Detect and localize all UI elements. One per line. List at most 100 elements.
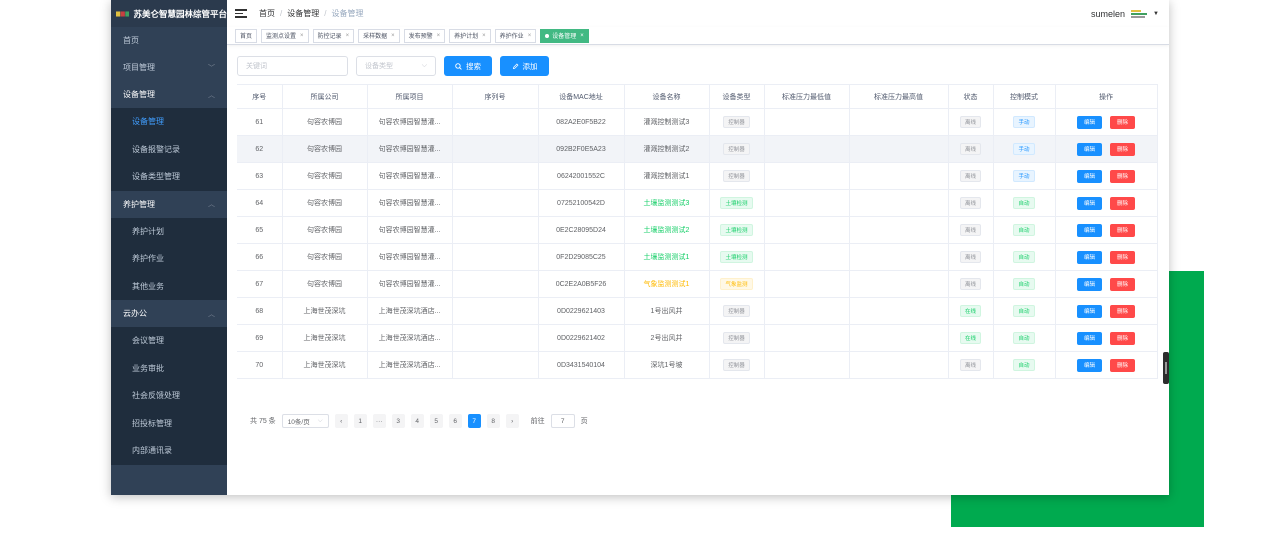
edit-button[interactable]: 编辑 — [1077, 277, 1102, 291]
edit-button[interactable]: 编辑 — [1077, 358, 1102, 372]
delete-button[interactable]: 删除 — [1110, 115, 1135, 129]
close-icon[interactable]: × — [528, 33, 532, 39]
page-number-button[interactable]: 5 — [429, 414, 443, 428]
sidebar-subitem[interactable]: 社会反馈处理 — [111, 382, 227, 410]
delete-button[interactable]: 删除 — [1110, 304, 1135, 318]
cell-status: 离线 — [948, 243, 994, 271]
delete-button[interactable]: 删除 — [1110, 358, 1135, 372]
sidebar-subitem[interactable]: 会议管理 — [111, 327, 227, 355]
device-table: 序号 所属公司 所属项目 序列号 设备MAC地址 设备名称 设备类型 标准压力最低值 标准压力最… — [237, 84, 1158, 379]
page-ellipsis-button[interactable]: ··· — [372, 414, 386, 428]
caret-down-icon[interactable]: ▼ — [1153, 11, 1159, 17]
sidebar-group[interactable]: 养护管理 ︿ — [111, 191, 227, 218]
tag-item[interactable]: 首页 — [235, 28, 258, 43]
breadcrumb-home[interactable]: 首页 — [259, 8, 275, 19]
cell-company: 句容农博园 — [282, 189, 368, 217]
cell-type: 气象监测 — [709, 270, 765, 298]
edit-button[interactable]: 编辑 — [1077, 169, 1102, 183]
edit-button[interactable]: 编辑 — [1077, 331, 1102, 345]
page-number-button[interactable]: 1 — [353, 414, 367, 428]
delete-button[interactable]: 删除 — [1110, 277, 1135, 291]
sidebar-group[interactable]: 项目管理 ﹀ — [111, 54, 227, 81]
add-button-label: 添加 — [522, 61, 538, 71]
page-number-button[interactable]: 6 — [448, 414, 462, 428]
tag-item[interactable]: 发布预警 × — [403, 28, 446, 43]
sidebar-subitem[interactable]: 内部通讯录 — [111, 437, 227, 465]
device-type-select[interactable]: 设备类型 ⌵ — [356, 56, 436, 76]
cell-no: 68 — [237, 297, 283, 325]
tag-label: 首页 — [240, 34, 253, 40]
keyword-input[interactable]: 关键词 — [237, 56, 348, 76]
username[interactable]: sumelen — [1091, 9, 1125, 19]
tag-item[interactable]: 养护作业 × — [494, 28, 537, 43]
edit-button[interactable]: 编辑 — [1077, 250, 1102, 264]
page-size-select[interactable]: 10条/页 ⌵ — [281, 414, 329, 428]
sidebar-item[interactable]: 首页 — [111, 27, 227, 54]
close-icon[interactable]: × — [437, 33, 441, 39]
table-header-row: 序号 所属公司 所属项目 序列号 设备MAC地址 设备名称 设备类型 标准压力最低值 标准压力最… — [237, 84, 1158, 109]
delete-button[interactable]: 删除 — [1110, 223, 1135, 237]
sidebar-subitem[interactable]: 养护计划 — [111, 217, 227, 245]
table-row: 63 句容农博园 句容农博园智慧灌... 06242001552C 灌溉控制测试1 控制器… — [237, 162, 1158, 190]
cell-company: 句容农博园 — [282, 243, 368, 271]
table-header-cell: 所属项目 — [367, 84, 453, 109]
tag-item[interactable]: 监测点设置 × — [261, 28, 309, 43]
search-button[interactable]: 搜索 — [444, 56, 492, 76]
sidebar-group[interactable]: 设备管理 ︿ — [111, 81, 227, 108]
user-menu[interactable]: sumelen ▼ — [1091, 9, 1159, 19]
close-icon[interactable]: × — [482, 33, 486, 39]
close-icon[interactable]: × — [391, 33, 395, 39]
tag-item[interactable]: 防控记录 × — [312, 28, 355, 43]
sidebar-group[interactable]: 云办公 ︿ — [111, 300, 227, 327]
sidebar-subitem[interactable]: 设备报警记录 — [111, 135, 227, 163]
cell-mode: 手动 — [993, 162, 1056, 190]
edit-button[interactable]: 编辑 — [1077, 142, 1102, 156]
hamburger-icon[interactable] — [235, 9, 247, 18]
tag-item[interactable]: 养护计划 × — [449, 28, 491, 43]
edit-button[interactable]: 编辑 — [1077, 304, 1102, 318]
edit-button[interactable]: 编辑 — [1077, 196, 1102, 210]
page-number-button[interactable]: 3 — [391, 414, 405, 428]
page-number-button[interactable]: 7 — [467, 414, 481, 428]
add-button[interactable]: 添加 — [500, 56, 549, 76]
delete-button[interactable]: 删除 — [1110, 331, 1135, 345]
chevron-down-icon: ⌵ — [421, 62, 427, 69]
table-row: 67 句容农博园 句容农博园智慧灌... 0C2E2A0B5F26 气象监测测试1 气象监… — [237, 270, 1158, 298]
table-body: 61 句容农博园 句容农博园智慧灌... 082A2E0F5B22 灌溉控制测试3 控制器… — [237, 108, 1158, 379]
prev-page-button[interactable]: ‹ — [334, 414, 348, 428]
delete-button[interactable]: 删除 — [1110, 142, 1135, 156]
search-button-label: 搜索 — [466, 61, 481, 71]
delete-button[interactable]: 删除 — [1110, 250, 1135, 264]
page-number-button[interactable]: 8 — [486, 414, 500, 428]
page-number-button[interactable]: 4 — [410, 414, 424, 428]
sidebar-subitem[interactable]: 招投标管理 — [111, 409, 227, 437]
sidebar-subitem[interactable]: 养护作业 — [111, 245, 227, 273]
sidebar-subitem[interactable]: 业务审批 — [111, 354, 227, 382]
tag-item[interactable]: 采样数据 × — [358, 28, 400, 43]
cell-mac: 092B2F0E5A23 — [538, 135, 625, 163]
tag-item[interactable]: 设备管理 × — [540, 28, 589, 43]
content: 关键词 设备类型 ⌵ 搜索 添加 序号 所属公司 所属项目 序列号 设备MAC地… — [227, 45, 1169, 495]
cell-mac: 082A2E0F5B22 — [538, 108, 625, 136]
sidebar-subitem[interactable]: 设备类型管理 — [111, 163, 227, 191]
cell-mode: 自动 — [993, 297, 1056, 325]
close-icon[interactable]: × — [300, 33, 304, 39]
settings-drawer-handle[interactable] — [1163, 352, 1169, 384]
delete-button[interactable]: 删除 — [1110, 196, 1135, 210]
close-icon[interactable]: × — [580, 33, 584, 39]
cell-min — [764, 108, 850, 136]
table-row: 61 句容农博园 句容农博园智慧灌... 082A2E0F5B22 灌溉控制测试3 控制器… — [237, 108, 1158, 136]
jump-page-input[interactable]: 7 — [550, 414, 575, 428]
cell-name: 2号出风井 — [624, 324, 710, 352]
avatar[interactable] — [1131, 9, 1148, 19]
edit-button[interactable]: 编辑 — [1077, 115, 1102, 129]
tag-label: 采样数据 — [363, 34, 388, 40]
edit-button[interactable]: 编辑 — [1077, 223, 1102, 237]
close-icon[interactable]: × — [346, 33, 350, 39]
delete-button[interactable]: 删除 — [1110, 169, 1135, 183]
sidebar-subitem[interactable]: 其他业务 — [111, 272, 227, 300]
sidebar-item-label: 设备报警记录 — [132, 144, 180, 154]
cell-status: 在线 — [948, 324, 994, 352]
next-page-button[interactable]: › — [505, 414, 519, 428]
sidebar-subitem[interactable]: 设备管理 — [111, 108, 227, 136]
